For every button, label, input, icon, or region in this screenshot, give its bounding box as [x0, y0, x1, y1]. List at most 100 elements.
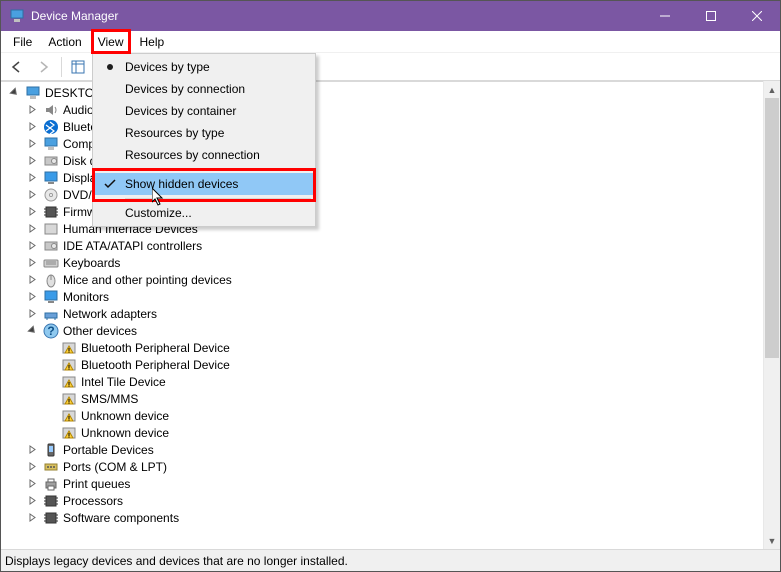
expand-icon[interactable] [25, 239, 39, 253]
expand-icon[interactable] [25, 137, 39, 151]
menu-bar: File Action View Help [1, 31, 780, 53]
tree-node-label: Processors [63, 494, 123, 508]
tree-device-node[interactable]: SMS/MMS [43, 390, 780, 407]
menu-separator [125, 198, 311, 199]
tree-node-label: Other devices [63, 324, 137, 338]
menu-item-label: Show hidden devices [125, 177, 238, 191]
forward-button[interactable] [31, 55, 55, 79]
back-button[interactable] [5, 55, 29, 79]
disk-icon [43, 153, 59, 169]
collapse-icon[interactable] [25, 324, 39, 338]
menu-view[interactable]: View [90, 33, 132, 51]
tree-category-node[interactable]: IDE ATA/ATAPI controllers [25, 237, 780, 254]
tree-node-label: IDE ATA/ATAPI controllers [63, 239, 202, 253]
tree-device-node[interactable]: Bluetooth Peripheral Device [43, 356, 780, 373]
tree-node-label: Portable Devices [63, 443, 154, 457]
tree-node-label: SMS/MMS [81, 392, 138, 406]
menu-item-label: Devices by connection [125, 82, 245, 96]
view-menu-dropdown: Devices by type Devices by connection De… [92, 53, 316, 227]
computer-icon [43, 136, 59, 152]
question-icon: ? [43, 323, 59, 339]
scroll-down-arrow[interactable]: ▼ [764, 532, 780, 549]
tree-category-node[interactable]: Ports (COM & LPT) [25, 458, 780, 475]
expand-icon[interactable] [25, 222, 39, 236]
menu-item-label: Devices by type [125, 60, 210, 74]
tree-node-label: Bluetooth Peripheral Device [81, 341, 230, 355]
tree-node-label: Audio [63, 103, 94, 117]
menu-separator [125, 169, 311, 170]
menu-action[interactable]: Action [40, 33, 89, 51]
tree-device-node[interactable]: Unknown device [43, 407, 780, 424]
close-button[interactable] [734, 1, 780, 31]
tree-device-node[interactable]: Unknown device [43, 424, 780, 441]
collapse-icon[interactable] [7, 86, 21, 100]
tree-device-node[interactable]: Intel Tile Device [43, 373, 780, 390]
warn-icon [61, 408, 77, 424]
tree-category-node[interactable]: Processors [25, 492, 780, 509]
network-icon [43, 306, 59, 322]
tree-category-node[interactable]: Monitors [25, 288, 780, 305]
expand-icon[interactable] [25, 290, 39, 304]
expand-icon[interactable] [25, 511, 39, 525]
window-title: Device Manager [31, 9, 642, 23]
warn-icon [61, 340, 77, 356]
menu-resources-by-type[interactable]: Resources by type [95, 122, 313, 144]
expand-icon[interactable] [25, 188, 39, 202]
port-icon [43, 459, 59, 475]
menu-show-hidden-devices[interactable]: Show hidden devices [95, 173, 313, 195]
generic-icon [43, 221, 59, 237]
expand-icon[interactable] [25, 103, 39, 117]
toolbar-separator [61, 57, 62, 77]
warn-icon [61, 374, 77, 390]
tree-category-node[interactable]: Software components [25, 509, 780, 526]
tree-category-node[interactable]: Keyboards [25, 254, 780, 271]
expand-icon[interactable] [25, 494, 39, 508]
tree-node-label: Unknown device [81, 409, 169, 423]
menu-resources-by-connection[interactable]: Resources by connection [95, 144, 313, 166]
scroll-up-arrow[interactable]: ▲ [764, 81, 780, 98]
tree-node-label: Bluetooth Peripheral Device [81, 358, 230, 372]
tree-category-node[interactable]: Portable Devices [25, 441, 780, 458]
menu-help[interactable]: Help [132, 33, 173, 51]
status-text: Displays legacy devices and devices that… [5, 554, 348, 568]
expand-icon[interactable] [25, 120, 39, 134]
menu-file[interactable]: File [5, 33, 40, 51]
menu-devices-by-connection[interactable]: Devices by connection [95, 78, 313, 100]
expand-icon[interactable] [25, 205, 39, 219]
vertical-scrollbar[interactable]: ▲ ▼ [763, 81, 780, 549]
expand-icon[interactable] [25, 477, 39, 491]
warn-icon [61, 357, 77, 373]
expand-icon[interactable] [25, 154, 39, 168]
computer-icon [25, 85, 41, 101]
expand-icon[interactable] [25, 443, 39, 457]
menu-devices-by-container[interactable]: Devices by container [95, 100, 313, 122]
tree-category-node[interactable]: Print queues [25, 475, 780, 492]
minimize-button[interactable] [642, 1, 688, 31]
tree-node-label: Network adapters [63, 307, 157, 321]
menu-customize[interactable]: Customize... [95, 202, 313, 224]
tree-category-node[interactable]: Network adapters [25, 305, 780, 322]
tree-node-label: Unknown device [81, 426, 169, 440]
monitor-icon [43, 289, 59, 305]
tree-node-label: Mice and other pointing devices [63, 273, 232, 287]
tree-node-label: Software components [63, 511, 179, 525]
warn-icon [61, 391, 77, 407]
expand-icon[interactable] [25, 307, 39, 321]
menu-devices-by-type[interactable]: Devices by type [95, 56, 313, 78]
menu-item-label: Customize... [125, 206, 192, 220]
maximize-button[interactable] [688, 1, 734, 31]
show-hide-tree-button[interactable] [66, 55, 90, 79]
app-icon [9, 8, 25, 24]
expand-icon[interactable] [25, 273, 39, 287]
keyboard-icon [43, 255, 59, 271]
tree-category-node[interactable]: ? Other devices [25, 322, 780, 339]
scroll-thumb[interactable] [765, 98, 779, 358]
expand-icon[interactable] [25, 460, 39, 474]
tree-category-node[interactable]: Mice and other pointing devices [25, 271, 780, 288]
expand-icon[interactable] [25, 171, 39, 185]
expand-icon[interactable] [25, 256, 39, 270]
tree-device-node[interactable]: Bluetooth Peripheral Device [43, 339, 780, 356]
warn-icon [61, 425, 77, 441]
svg-text:?: ? [47, 324, 54, 338]
chip-icon [43, 493, 59, 509]
